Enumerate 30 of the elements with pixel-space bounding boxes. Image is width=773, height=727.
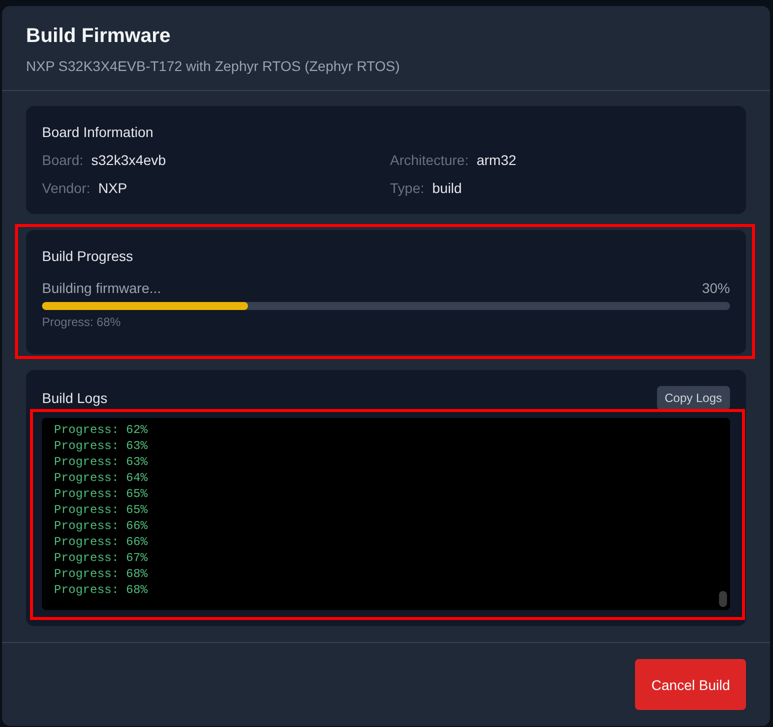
field-label: Vendor: (42, 179, 90, 198)
field-label: Board: (42, 151, 84, 170)
card-title: Board Information (42, 123, 154, 142)
field-label: Type: (390, 179, 424, 198)
log-line: Progress: 62% (54, 422, 149, 438)
copy-logs-button[interactable]: Copy Logs (656, 386, 730, 410)
progress-percent: 30% (702, 279, 730, 298)
field-value: s32k3x4evb (91, 151, 166, 170)
progress-detail: Progress: 68% (42, 314, 122, 330)
field-value: build (432, 179, 462, 198)
cancel-build-button[interactable]: Cancel Build (635, 659, 746, 710)
field-value: NXP (98, 179, 128, 198)
log-line: Progress: 68% (54, 582, 149, 598)
field-label: Architecture: (390, 151, 469, 170)
log-line: Progress: 65% (54, 502, 149, 518)
log-line: Progress: 67% (54, 550, 149, 566)
field-value: arm32 (476, 151, 516, 170)
dialog-title: Build Firmware (26, 24, 172, 49)
card-title: Build Logs (42, 389, 108, 408)
log-line: Progress: 63% (54, 438, 149, 454)
progress-status: Building firmware... (42, 279, 162, 298)
log-line: Progress: 68% (54, 566, 149, 582)
log-line: Progress: 63% (54, 454, 149, 470)
dialog-subtitle: NXP S32K3X4EVB-T172 with Zephyr RTOS (Zephyr RTOS) (26, 57, 401, 76)
log-line: Progress: 66% (54, 534, 149, 550)
log-line: Progress: 66% (54, 518, 149, 534)
log-line: Progress: 64% (54, 470, 149, 486)
log-line: Progress: 65% (54, 486, 149, 502)
scrollbar-thumb[interactable] (719, 591, 727, 607)
card-title: Build Progress (42, 247, 134, 266)
